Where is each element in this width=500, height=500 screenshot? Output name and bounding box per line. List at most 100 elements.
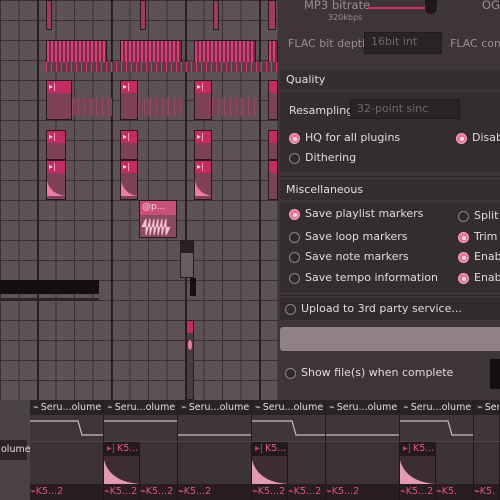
clap-clip[interactable]: ▸| <box>194 160 212 200</box>
save-playlist-markers-label: Save playlist markers <box>305 207 424 220</box>
clip-marker <box>188 340 192 350</box>
kick-clip[interactable]: ▸| <box>46 80 72 120</box>
automation-clip-label: Seru...olume <box>114 402 176 413</box>
upload-radio[interactable] <box>285 304 296 315</box>
ks-label: K5...2 <box>264 443 287 454</box>
save-loop-markers-label: Save loop markers <box>305 230 408 243</box>
kick-lane-clip[interactable]: ▸|K5...2⌁K5...2 <box>252 442 288 500</box>
ks-label: K5. <box>479 486 496 497</box>
dialog-black-box <box>490 359 500 389</box>
lane-clip-olume[interactable]: olume <box>0 440 31 460</box>
kick-clip[interactable]: ▸| <box>194 80 212 120</box>
separator <box>280 176 500 177</box>
kick-lane-clip[interactable]: ⌁K5...2 <box>288 442 326 500</box>
playlist-black-bar <box>0 280 99 294</box>
automation-clip[interactable]: ⌁ Seru...olume <box>104 400 178 441</box>
ks-label: K5...2 <box>405 486 434 497</box>
kick-lane-clip[interactable]: ⌁K5...2 <box>140 442 178 500</box>
automation-clip-label: Seru <box>484 402 499 413</box>
quality-section-header: Quality <box>280 70 500 90</box>
kick-stripe <box>212 98 258 116</box>
start-render-button[interactable] <box>280 327 500 351</box>
pattern-clip[interactable] <box>46 0 52 30</box>
save-loop-markers-radio[interactable] <box>289 232 300 243</box>
automation-clip[interactable]: ⌁ Seru...olume <box>178 400 252 441</box>
snare-clip[interactable]: ▸| <box>194 130 212 160</box>
enable-label-2: Enable <box>474 271 500 284</box>
automation-clip[interactable]: ⌁ Seru...olume <box>326 400 400 441</box>
kick-lane-clip[interactable]: ⌁K5...2 <box>326 442 400 500</box>
automation-clip[interactable]: ⌁Seru <box>474 400 500 441</box>
kick-lane-clip[interactable]: ⌁K5...2 <box>178 442 252 500</box>
clip-label: @p... <box>142 202 166 212</box>
audio-clip[interactable] <box>186 320 194 400</box>
automation-lanes: ⌁ Seru...olume ⌁ Seru...olume ⌁ Seru...olum… <box>0 400 500 500</box>
kick-clip[interactable]: ▸| <box>120 80 138 120</box>
resampling-select[interactable]: 32-point sinc <box>350 99 460 119</box>
enable-radio-2[interactable] <box>458 273 469 284</box>
ks-label: K5...2 <box>35 486 64 497</box>
ks-label: K5...2 <box>412 443 435 454</box>
save-playlist-markers-radio[interactable] <box>289 209 300 220</box>
kick-lane-clip[interactable]: ▸|K5...2⌁K5...2 <box>104 442 140 500</box>
ks-label: K5...2 <box>183 486 212 497</box>
disable-label: Disab <box>472 131 500 144</box>
automation-clip-label: Seru...olume <box>336 402 398 413</box>
trim-radio[interactable] <box>458 232 469 243</box>
hq-plugins-radio[interactable] <box>289 133 300 144</box>
kick-stripe <box>72 98 112 116</box>
automation-clip[interactable]: ⌁ Seru...olume <box>252 400 326 441</box>
mp3-bitrate-label: MP3 bitrate <box>304 0 371 12</box>
pattern-clip[interactable] <box>140 0 146 30</box>
mp3-bitrate-knob[interactable] <box>425 0 437 14</box>
clap-clip[interactable]: ▸| <box>120 160 138 200</box>
dithering-label: Dithering <box>305 151 357 164</box>
clap-clip[interactable] <box>268 160 278 200</box>
audio-clip[interactable] <box>180 240 194 278</box>
enable-radio-1[interactable] <box>458 252 469 263</box>
ks-label: K5...2 <box>116 443 139 454</box>
automation-clip-label: Seru...olume <box>40 402 102 413</box>
kick-lane-clip[interactable]: ▸|K5...2⌁K5...2 <box>400 442 436 500</box>
snare-clip[interactable]: ▸| <box>46 130 66 160</box>
enable-label-1: Enable <box>474 250 500 263</box>
snare-clip[interactable]: ▸| <box>120 130 138 160</box>
ogg-label: OG <box>482 0 500 12</box>
ks-label: K5...2 <box>109 486 138 497</box>
hq-plugins-label: HQ for all plugins <box>305 131 401 144</box>
save-note-markers-radio[interactable] <box>289 252 300 263</box>
save-tempo-info-label: Save tempo information <box>305 271 438 284</box>
kick-lane-clip[interactable]: ⌁K5. <box>474 442 500 500</box>
kick-lane-clip[interactable]: ⌁K5. <box>436 442 474 500</box>
misc-section-header: Miscellaneous <box>280 180 500 200</box>
separator <box>280 295 500 296</box>
automation-clip-label: Seru...olume <box>410 402 472 413</box>
dithering-radio[interactable] <box>289 153 300 164</box>
flac-depth-select[interactable]: 16bit int <box>364 32 442 54</box>
show-files-label: Show file(s) when complete <box>301 366 454 379</box>
save-tempo-info-radio[interactable] <box>289 273 300 284</box>
show-files-radio[interactable] <box>285 368 296 379</box>
pattern-clip[interactable] <box>213 0 219 30</box>
pattern-clip[interactable] <box>268 0 276 30</box>
automation-clip-label: Seru...olume <box>188 402 250 413</box>
split-label: Split n <box>474 209 500 222</box>
flac-depth-label: FLAC bit depth <box>288 37 370 50</box>
flac-compression-label: FLAC com <box>450 37 500 50</box>
misc-title: Miscellaneous <box>286 183 364 196</box>
kick-lane-clip[interactable]: ⌁K5...2 <box>30 442 104 500</box>
save-note-markers-label: Save note markers <box>305 250 409 263</box>
snare-clip[interactable] <box>268 130 278 160</box>
automation-clip[interactable]: ⌁ Seru...olume <box>400 400 474 441</box>
mp3-bitrate-value: 320kbps <box>328 13 363 22</box>
automation-clip-label: Seru...olume <box>262 402 324 413</box>
disable-radio[interactable] <box>456 133 467 144</box>
pattern-clip-p[interactable]: @p... <box>139 200 177 238</box>
kick-clip[interactable] <box>268 80 278 120</box>
hihat-stripe <box>46 62 278 72</box>
playlist-divider <box>0 298 99 301</box>
split-radio[interactable] <box>458 211 469 222</box>
automation-clip[interactable]: ⌁ Seru...olume <box>30 400 104 441</box>
clap-clip[interactable]: ▸| <box>46 160 66 200</box>
ks-label: K5...2 <box>257 486 286 497</box>
